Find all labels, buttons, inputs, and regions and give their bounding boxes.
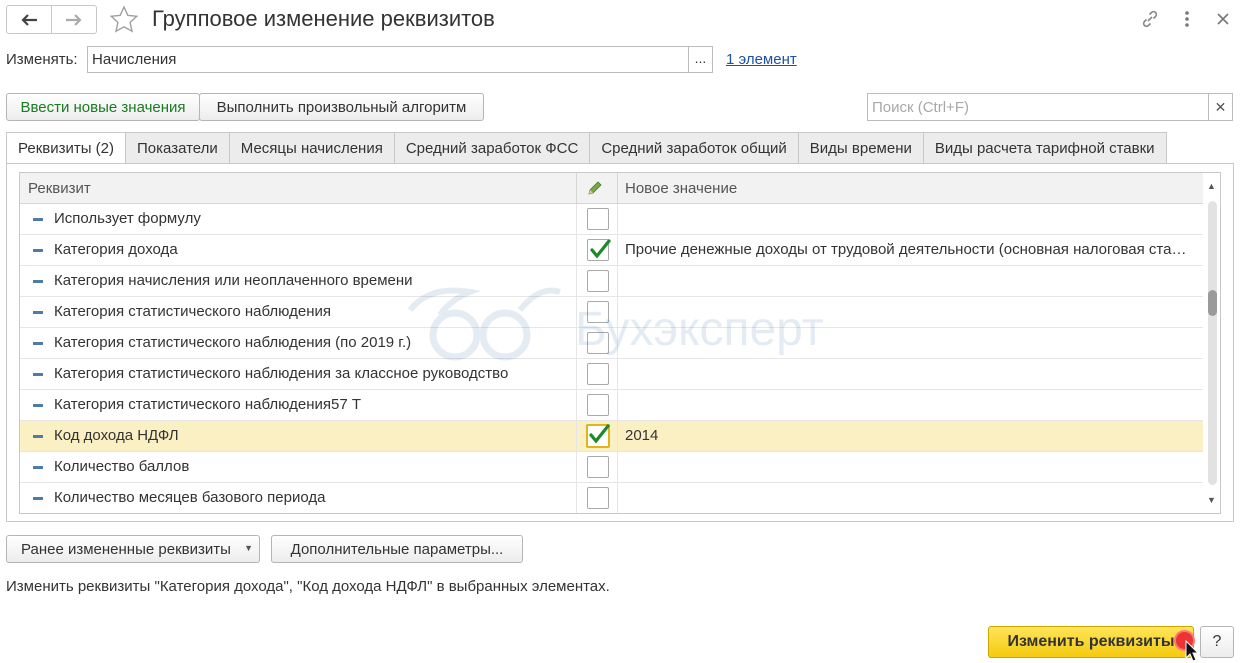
- run-algorithm-button[interactable]: Выполнить произвольный алгоритм: [199, 93, 484, 121]
- apply-changes-button[interactable]: Изменить реквизиты: [988, 626, 1194, 658]
- pencil-icon: [586, 179, 604, 201]
- table-row[interactable]: Категория статистического наблюдения за …: [20, 359, 1203, 390]
- clear-search-icon[interactable]: ✕: [1208, 94, 1232, 120]
- attribute-icon: [33, 435, 43, 438]
- attribute-icon: [33, 249, 43, 252]
- tabs: Реквизиты (2) Показатели Месяцы начислен…: [6, 132, 1167, 164]
- tab-time-types[interactable]: Виды времени: [798, 132, 924, 164]
- elements-link[interactable]: 1 элемент: [726, 51, 797, 68]
- prev-changed-dropdown[interactable]: Ранее измененные реквизиты ▼: [6, 535, 260, 563]
- table-row[interactable]: Категория начисления или неоплаченного в…: [20, 266, 1203, 297]
- change-checkbox[interactable]: [587, 394, 609, 416]
- scroll-thumb[interactable]: [1208, 290, 1217, 316]
- change-checkbox[interactable]: [587, 487, 609, 509]
- attribute-icon: [33, 497, 43, 500]
- table-row-selected[interactable]: Код дохода НДФЛ 2014: [20, 421, 1203, 452]
- attribute-name: Количество баллов: [54, 458, 190, 475]
- change-checkbox[interactable]: [587, 332, 609, 354]
- tab-rate-calc-types[interactable]: Виды расчета тарифной ставки: [923, 132, 1167, 164]
- help-button[interactable]: ?: [1200, 626, 1234, 658]
- change-label: Изменять:: [6, 51, 78, 68]
- attribute-name: Категория статистического наблюдения: [54, 303, 331, 320]
- column-attribute[interactable]: Реквизит: [28, 180, 91, 197]
- forward-button[interactable]: [51, 6, 96, 33]
- select-object-button[interactable]: ...: [688, 46, 713, 73]
- attribute-name: Категория статистического наблюдения57 Т: [54, 396, 361, 413]
- attribute-name: Код дохода НДФЛ: [54, 427, 179, 444]
- checkmark-icon: [589, 424, 610, 444]
- attribute-name: Количество месяцев базового периода: [54, 489, 326, 506]
- window-title: Групповое изменение реквизитов: [152, 6, 495, 31]
- back-button[interactable]: [7, 6, 51, 33]
- table-row[interactable]: Категория дохода Прочие денежные доходы …: [20, 235, 1203, 266]
- table-header: Реквизит Новое значение: [20, 173, 1203, 204]
- attribute-name: Категория статистического наблюдения за …: [54, 365, 509, 382]
- scroll-track[interactable]: [1208, 201, 1217, 485]
- link-icon[interactable]: [1139, 8, 1161, 30]
- change-checkbox[interactable]: [587, 208, 609, 230]
- attribute-name: Использует формулу: [54, 210, 201, 227]
- change-checkbox[interactable]: [587, 456, 609, 478]
- change-checkbox[interactable]: [587, 301, 609, 323]
- table-row[interactable]: Использует формулу: [20, 204, 1203, 235]
- search-field[interactable]: ✕: [867, 93, 1233, 121]
- change-checkbox[interactable]: [587, 239, 611, 261]
- table-row[interactable]: Категория статистического наблюдения: [20, 297, 1203, 328]
- change-checkbox[interactable]: [586, 424, 610, 448]
- vertical-scrollbar[interactable]: ▲ ▼: [1204, 173, 1220, 513]
- attribute-name: Категория начисления или неоплаченного в…: [54, 272, 413, 289]
- extra-params-button[interactable]: Дополнительные параметры...: [271, 535, 523, 563]
- more-menu-icon[interactable]: [1176, 8, 1198, 30]
- new-value[interactable]: Прочие денежные доходы от трудовой деяте…: [625, 241, 1190, 258]
- favorite-star-icon[interactable]: [108, 4, 140, 36]
- status-text: Изменить реквизиты "Категория дохода", "…: [6, 578, 610, 595]
- chevron-down-icon: ▼: [244, 543, 253, 553]
- history-nav: [6, 5, 97, 34]
- tab-indicators[interactable]: Показатели: [126, 132, 230, 164]
- tab-accrual-months[interactable]: Месяцы начисления: [229, 132, 395, 164]
- tab-avg-earnings-general[interactable]: Средний заработок общий: [590, 132, 799, 164]
- change-object-field[interactable]: Начисления: [87, 46, 689, 73]
- title-bar: Групповое изменение реквизитов: [0, 0, 1240, 38]
- scroll-up-icon[interactable]: ▲: [1207, 181, 1216, 191]
- change-object-value: Начисления: [92, 51, 177, 68]
- prev-changed-label: Ранее измененные реквизиты: [21, 540, 231, 558]
- tab-attributes[interactable]: Реквизиты (2): [6, 132, 127, 164]
- scroll-down-icon[interactable]: ▼: [1207, 495, 1216, 505]
- attribute-icon: [33, 218, 43, 221]
- attribute-name: Категория дохода: [54, 241, 178, 258]
- table-row[interactable]: Категория статистического наблюдения57 Т: [20, 390, 1203, 421]
- new-values-button[interactable]: Ввести новые значения: [6, 93, 200, 121]
- column-new-value[interactable]: Новое значение: [625, 180, 737, 197]
- attribute-icon: [33, 466, 43, 469]
- attribute-icon: [33, 311, 43, 314]
- change-checkbox[interactable]: [587, 270, 609, 292]
- attribute-icon: [33, 404, 43, 407]
- table-row[interactable]: Количество месяцев базового периода: [20, 483, 1203, 513]
- mouse-cursor-icon: [1185, 639, 1200, 663]
- arrow-left-icon: [21, 13, 37, 26]
- close-icon[interactable]: [1212, 8, 1234, 30]
- new-value[interactable]: 2014: [625, 427, 1190, 444]
- attribute-name: Категория статистического наблюдения (по…: [54, 334, 412, 351]
- table-row[interactable]: Категория статистического наблюдения (по…: [20, 328, 1203, 359]
- attribute-icon: [33, 342, 43, 345]
- attribute-icon: [33, 280, 43, 283]
- checkmark-icon: [590, 239, 611, 259]
- arrow-right-icon: [66, 13, 82, 26]
- search-input[interactable]: [868, 94, 1208, 120]
- attributes-table: Реквизит Новое значение Использует форму…: [19, 172, 1221, 514]
- tab-avg-earnings-fss[interactable]: Средний заработок ФСС: [394, 132, 591, 164]
- change-checkbox[interactable]: [587, 363, 609, 385]
- attribute-icon: [33, 373, 43, 376]
- table-row[interactable]: Количество баллов: [20, 452, 1203, 483]
